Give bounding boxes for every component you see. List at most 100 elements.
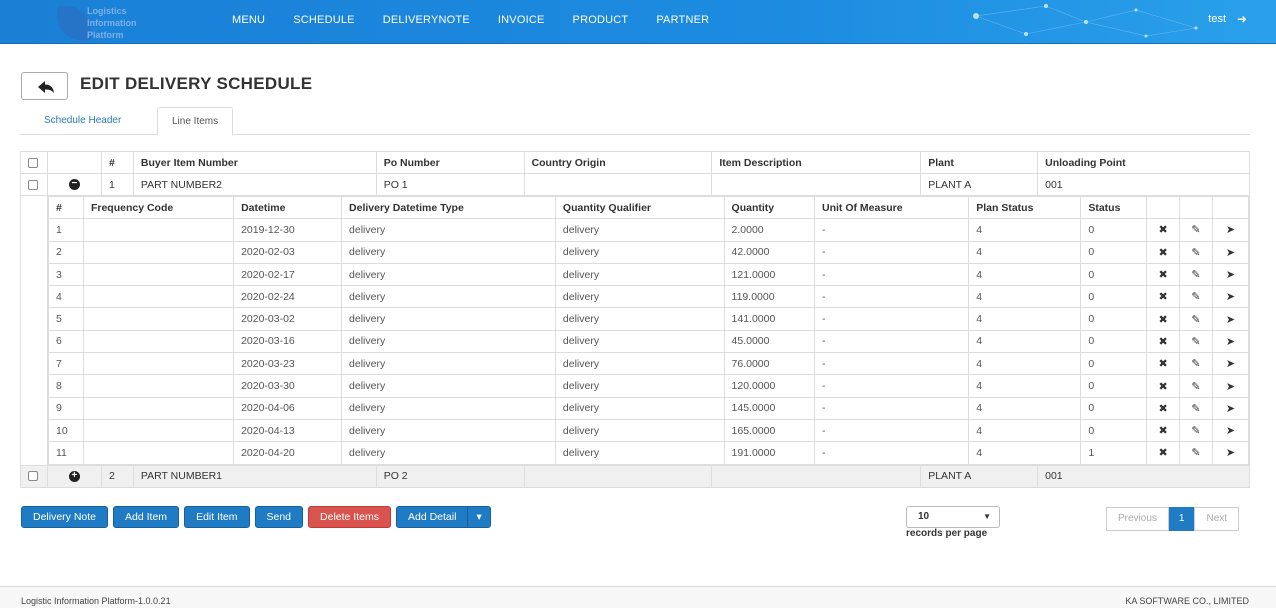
edit-icon[interactable]: ✎ [1191, 224, 1200, 236]
expand-row-icon[interactable]: + [68, 470, 80, 482]
send-icon[interactable]: ➤ [1226, 291, 1235, 303]
delete-icon[interactable]: ✖ [1158, 336, 1167, 348]
collapse-row-icon[interactable]: − [68, 179, 80, 191]
send-icon[interactable]: ➤ [1226, 403, 1235, 415]
logout-icon[interactable]: ➜ [1237, 12, 1247, 26]
delete-icon[interactable]: ✖ [1158, 358, 1167, 370]
col-header[interactable]: Unloading Point [1037, 151, 1250, 174]
row-checkbox[interactable] [28, 179, 38, 190]
col-header[interactable]: Plan Status [968, 195, 1082, 220]
col-header[interactable]: Frequency Code [82, 195, 235, 220]
edit-icon[interactable]: ✎ [1191, 314, 1200, 326]
send-button[interactable]: Send [254, 506, 304, 528]
page-size-select[interactable]: 10 ▼ [906, 506, 1000, 528]
schedule-detail-row[interactable]: 11 2020-04-20 delivery delivery 191.0000-4 1 ✖… [47, 441, 1250, 465]
delete-icon[interactable]: ✖ [1158, 314, 1167, 326]
caret-down-icon[interactable]: ▾ [467, 507, 489, 527]
nav-item-invoice[interactable]: INVOICE [484, 0, 559, 43]
edit-icon[interactable]: ✎ [1191, 358, 1200, 370]
nav-item-partner[interactable]: PARTNER [642, 0, 723, 43]
col-header[interactable]: Delivery Datetime Type [341, 195, 556, 220]
col-header[interactable]: Item Description [711, 151, 922, 174]
col-header: # [100, 151, 134, 174]
col-header[interactable]: Buyer Item Number [132, 151, 377, 174]
edit-item-button[interactable]: Edit Item [184, 506, 250, 528]
page-1-button[interactable]: 1 [1168, 507, 1195, 531]
col-header[interactable]: Unit Of Measure [814, 195, 970, 220]
detail-cell: - [814, 418, 970, 443]
col-header[interactable]: Datetime [233, 195, 343, 220]
col-header: # [47, 195, 84, 220]
app-logo[interactable]: Logistics Information Platform [57, 4, 149, 40]
next-page-button[interactable]: Next [1194, 507, 1240, 531]
delivery-note-button[interactable]: Delivery Note [21, 506, 109, 528]
delete-icon[interactable]: ✖ [1158, 224, 1167, 236]
schedule-detail-row[interactable]: 2 2020-02-03 delivery delivery 42.0000-4 0 ✖ ✎ ➤ [47, 240, 1250, 264]
nav-item-product[interactable]: PRODUCT [559, 0, 643, 43]
send-icon[interactable]: ➤ [1226, 447, 1235, 459]
send-icon[interactable]: ➤ [1226, 381, 1235, 393]
tab-line-items[interactable]: Line Items [157, 107, 234, 136]
detail-cell: - [814, 262, 970, 287]
po-number: PO 2 [375, 464, 525, 488]
previous-page-button[interactable]: Previous [1106, 507, 1169, 531]
delete-icon[interactable]: ✖ [1158, 447, 1167, 459]
detail-cell: 2019-12-30 [233, 218, 343, 242]
col-header[interactable]: Quantity Qualifier [554, 195, 725, 220]
tab-bar: Schedule Header Line Items [20, 107, 1250, 136]
table-row[interactable]: − 1 PART NUMBER2 PO 1 PLANT A 001 [20, 173, 1250, 196]
delete-icon[interactable]: ✖ [1158, 403, 1167, 415]
add-detail-button[interactable]: Add Detail [397, 507, 467, 527]
schedule-detail-row[interactable]: 10 2020-04-13 delivery delivery 165.0000-4 0 ✖… [47, 418, 1250, 443]
tab-schedule-header[interactable]: Schedule Header [30, 107, 135, 135]
edit-icon[interactable]: ✎ [1191, 269, 1200, 281]
col-header[interactable]: Country Origin [523, 151, 713, 174]
add-item-button[interactable]: Add Item [113, 506, 180, 528]
row-checkbox[interactable] [28, 471, 38, 482]
schedule-detail-row[interactable]: 1 2019-12-30 delivery delivery 2.0000-4 0 ✖ ✎ ➤ [47, 218, 1250, 242]
select-all-checkbox[interactable] [28, 157, 38, 168]
edit-icon[interactable]: ✎ [1191, 336, 1200, 348]
send-icon[interactable]: ➤ [1226, 269, 1235, 281]
delete-icon[interactable]: ✖ [1158, 269, 1167, 281]
edit-icon[interactable]: ✎ [1191, 247, 1200, 259]
detail-cell: 4 [47, 285, 84, 309]
send-icon[interactable]: ➤ [1226, 358, 1235, 370]
nav-item-schedule[interactable]: SCHEDULE [279, 0, 369, 43]
schedule-detail-row[interactable]: 8 2020-03-30 delivery delivery 120.0000-4 0 ✖ ✎… [47, 374, 1250, 398]
schedule-detail-row[interactable]: 7 2020-03-23 delivery delivery 76.0000-4 0 ✖ ✎ ➤ [47, 352, 1250, 376]
schedule-detail-row[interactable]: 5 2020-03-02 delivery delivery 141.0000-4 0 ✖ ✎… [47, 307, 1250, 331]
nav-item-deliverynote[interactable]: DELIVERYNOTE [369, 0, 484, 43]
col-header[interactable]: Quantity [723, 195, 816, 220]
edit-icon[interactable]: ✎ [1191, 403, 1200, 415]
edit-icon[interactable]: ✎ [1191, 425, 1200, 437]
edit-icon[interactable]: ✎ [1191, 291, 1200, 303]
send-icon[interactable]: ➤ [1226, 224, 1235, 236]
buyer-item-number: PART NUMBER2 [132, 173, 377, 196]
delete-icon[interactable]: ✖ [1158, 425, 1167, 437]
schedule-detail-row[interactable]: 4 2020-02-24 delivery delivery 119.0000-4 0 ✖ ✎… [47, 285, 1250, 309]
delete-icon[interactable]: ✖ [1158, 247, 1167, 259]
send-icon[interactable]: ➤ [1226, 247, 1235, 259]
edit-icon[interactable]: ✎ [1191, 447, 1200, 459]
schedule-detail-row[interactable]: 6 2020-03-16 delivery delivery 45.0000-4 0 ✖ ✎ ➤ [47, 329, 1250, 354]
send-icon[interactable]: ➤ [1226, 425, 1235, 437]
col-header[interactable]: Status [1080, 195, 1148, 220]
schedule-detail-row[interactable]: 9 2020-04-06 delivery delivery 145.0000-4 0 ✖ ✎… [47, 396, 1250, 420]
send-icon[interactable]: ➤ [1226, 336, 1235, 348]
detail-cell: 2020-03-23 [233, 352, 343, 376]
delete-items-button[interactable]: Delete Items [308, 506, 391, 528]
edit-icon[interactable]: ✎ [1191, 381, 1200, 393]
back-button[interactable] [21, 72, 68, 100]
nav-item-menu[interactable]: MENU [218, 0, 279, 43]
col-header[interactable]: Plant [920, 151, 1039, 174]
country-origin [523, 173, 713, 196]
current-user[interactable]: test [1208, 13, 1226, 25]
table-row[interactable]: + 2 PART NUMBER1 PO 2 PLANT A 001 [20, 464, 1250, 488]
send-icon[interactable]: ➤ [1226, 314, 1235, 326]
delete-icon[interactable]: ✖ [1158, 291, 1167, 303]
detail-cell: delivery [554, 329, 725, 354]
schedule-detail-row[interactable]: 3 2020-02-17 delivery delivery 121.0000-4 0 ✖ ✎… [47, 262, 1250, 287]
delete-icon[interactable]: ✖ [1158, 381, 1167, 393]
col-header[interactable]: Po Number [375, 151, 525, 174]
